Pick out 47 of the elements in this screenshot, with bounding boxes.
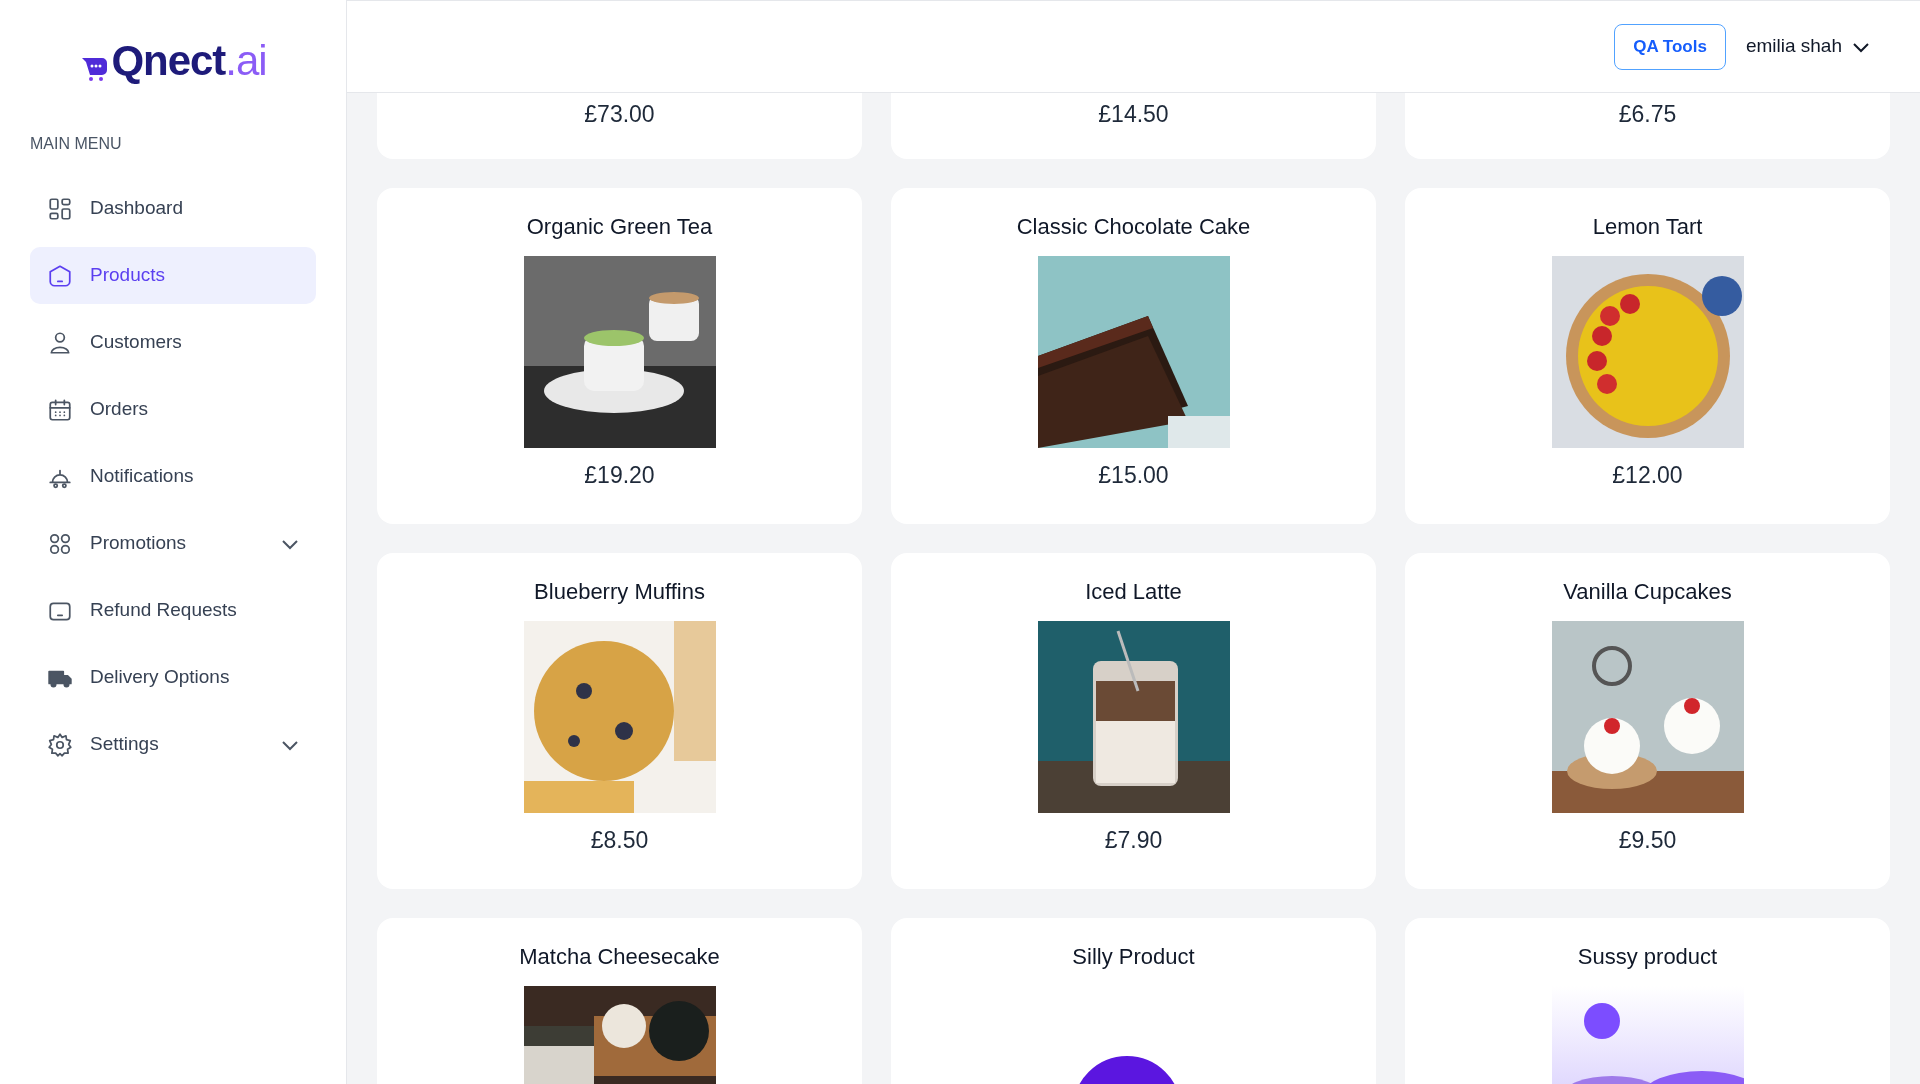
product-card[interactable]: £6.75 bbox=[1405, 93, 1890, 159]
product-name: Matcha Cheesecake bbox=[519, 943, 720, 971]
product-card[interactable]: Silly Product bbox=[891, 918, 1376, 1084]
product-name: Blueberry Muffins bbox=[534, 578, 705, 606]
product-name: Lemon Tart bbox=[1592, 213, 1703, 241]
menu-item[interactable]: Products bbox=[30, 247, 316, 304]
product-card[interactable]: Lemon Tart £12.00 bbox=[1405, 188, 1890, 524]
qa-tools-button[interactable]: QA Tools bbox=[1614, 23, 1726, 70]
product-card[interactable]: Organic Green Tea £19.20 bbox=[377, 188, 862, 524]
product-name: Vanilla Cupcakes bbox=[1563, 578, 1732, 606]
product-card[interactable]: Classic Chocolate Cake £15.00 bbox=[891, 188, 1376, 524]
product-price: £6.75 bbox=[1618, 100, 1677, 129]
product-name: Sussy product bbox=[1577, 943, 1718, 971]
grid-icon bbox=[47, 195, 73, 222]
calendar-icon bbox=[47, 396, 73, 423]
menu-item[interactable]: Customers bbox=[30, 314, 316, 371]
menu-heading: MAIN MENU bbox=[29, 134, 123, 154]
product-card[interactable]: Matcha Cheesecake bbox=[377, 918, 862, 1084]
gear-icon bbox=[47, 731, 73, 758]
product-price: £14.50 bbox=[1098, 100, 1169, 129]
menu-item[interactable]: Settings bbox=[30, 716, 316, 773]
product-card[interactable]: Sussy product bbox=[1405, 918, 1890, 1084]
menu-item[interactable]: Orders bbox=[30, 381, 316, 438]
user-menu[interactable]: emilia shah bbox=[1745, 32, 1870, 61]
product-price: £73.00 bbox=[584, 100, 655, 129]
menu-item[interactable]: Delivery Options bbox=[30, 649, 316, 706]
product-name: Organic Green Tea bbox=[526, 213, 713, 241]
product-card[interactable]: Vanilla Cupcakes £9.50 bbox=[1405, 553, 1890, 889]
product-name: Classic Chocolate Cake bbox=[1016, 213, 1251, 241]
product-price: £12.00 bbox=[1612, 461, 1683, 490]
product-card[interactable]: Blueberry Muffins £8.50 bbox=[377, 553, 862, 889]
menu-item[interactable]: Promotions bbox=[30, 515, 316, 572]
product-name: Silly Product bbox=[1072, 943, 1195, 971]
product-price: £8.50 bbox=[590, 826, 649, 855]
chevron-down-icon bbox=[1852, 40, 1870, 53]
menu-item[interactable]: Notifications bbox=[30, 448, 316, 505]
brand-logo[interactable]: Qnect.ai bbox=[79, 40, 267, 82]
product-price: £7.90 bbox=[1104, 826, 1163, 855]
product-price: £19.20 bbox=[584, 461, 655, 490]
product-price: £15.00 bbox=[1098, 461, 1169, 490]
product-card[interactable]: £73.00 bbox=[377, 93, 862, 159]
menu-item[interactable]: Refund Requests bbox=[30, 582, 316, 639]
menu-item[interactable]: Dashboard bbox=[30, 180, 316, 237]
product-name: Iced Latte bbox=[1085, 578, 1182, 606]
product-price: £9.50 bbox=[1618, 826, 1677, 855]
product-card[interactable]: Iced Latte £7.90 bbox=[891, 553, 1376, 889]
product-card[interactable]: £14.50 bbox=[891, 93, 1376, 159]
